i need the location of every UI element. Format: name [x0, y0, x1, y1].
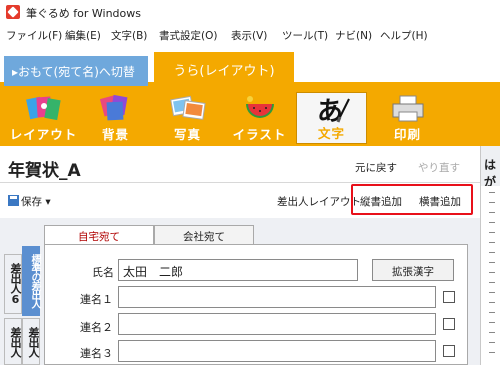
menu-view[interactable]: 表示(V) [231, 28, 267, 43]
menu-edit[interactable]: 編集(E) [65, 28, 101, 43]
switch-to-front-tab[interactable]: ▸おもて(宛て名)へ切替 [4, 56, 148, 86]
renmei-2-label: 連名２ [80, 321, 113, 334]
photo-icon [170, 95, 206, 120]
back-layout-tab[interactable]: うら(レイアウト) [154, 52, 294, 86]
tool-text[interactable]: あ 文字 [296, 92, 367, 144]
standard-sender-tab[interactable]: 標準の差出人 [22, 246, 40, 316]
printer-icon [392, 95, 424, 122]
menu-format[interactable]: 書式設定(O) [159, 28, 217, 43]
renmei-2-checkbox[interactable] [443, 318, 455, 330]
renmei-1-field[interactable] [118, 286, 436, 308]
tool-illust[interactable]: イラスト [224, 92, 295, 144]
ruler-tick [489, 192, 495, 193]
vertical-add-button[interactable]: 縦書追加 [360, 194, 402, 209]
background-icon [99, 94, 128, 121]
preview-panel-label: はが [484, 158, 497, 189]
redo-button[interactable]: やり直す [418, 160, 460, 175]
renmei-3-label: 連名３ [80, 347, 113, 360]
menu-bar: ファイル(F) 編集(E) 文字(B) 書式設定(O) 表示(V) ツール(T)… [0, 24, 500, 45]
app-icon [6, 5, 20, 19]
renmei-3-checkbox[interactable] [443, 345, 455, 357]
vertical-ruler [481, 186, 500, 365]
ruler-tick [489, 302, 495, 303]
tool-print[interactable]: 印刷 [372, 92, 443, 144]
renmei-1-checkbox[interactable] [443, 291, 455, 303]
tool-illust-label: イラスト [232, 127, 287, 142]
name-label: 氏名 [92, 266, 114, 279]
ruler-tick [489, 342, 495, 343]
ruler-tick [489, 272, 495, 273]
tool-layout-label: レイアウト [9, 127, 78, 142]
menu-text[interactable]: 文字(B) [111, 28, 147, 43]
sender-tab[interactable]: 差出人 [22, 318, 40, 365]
ruler-tick [489, 282, 495, 283]
ruler-tick [489, 352, 495, 353]
horizontal-add-button[interactable]: 横書追加 [419, 194, 461, 209]
tool-photo[interactable]: 写真 [152, 92, 223, 144]
sender-tab-6[interactable]: 差出人6 [4, 254, 22, 314]
menu-file[interactable]: ファイル(F) [6, 28, 62, 43]
tool-photo-label: 写真 [173, 127, 201, 142]
sender-layout-button[interactable]: 差出人レイアウト [277, 194, 361, 209]
tool-print-label: 印刷 [393, 127, 421, 142]
window-title: 筆ぐるめ for Windows [26, 7, 142, 20]
tool-background[interactable]: 背景 [80, 92, 151, 144]
menu-navi[interactable]: ナビ(N) [335, 28, 372, 43]
page-title: 年賀状_A [8, 161, 81, 181]
ruler-tick [489, 262, 495, 263]
ruler-tick [489, 232, 495, 233]
brush-text-icon: あ [317, 97, 350, 125]
undo-button[interactable]: 元に戻す [355, 160, 397, 175]
save-icon[interactable] [8, 195, 19, 206]
tab-work-address[interactable]: 会社宛て [154, 225, 254, 245]
ruler-tick [489, 212, 495, 213]
renmei-2-field[interactable] [118, 313, 436, 335]
extended-kanji-button[interactable]: 拡張漢字 [372, 259, 454, 281]
tool-layout[interactable]: レイアウト [8, 92, 79, 144]
name-field[interactable]: 太田 二郎 [118, 259, 358, 281]
sender-tab[interactable]: 差出人 [4, 318, 22, 365]
save-button[interactable]: 保存 ▾ [21, 194, 51, 209]
divider [0, 182, 480, 183]
ruler-tick [489, 332, 495, 333]
tab-home-address[interactable]: 自宅宛て [44, 225, 154, 245]
tool-background-label: 背景 [101, 127, 129, 142]
ruler-tick [489, 242, 495, 243]
renmei-3-field[interactable] [118, 340, 436, 362]
renmei-1-label: 連名１ [80, 293, 113, 306]
watermelon-icon [246, 96, 274, 118]
ruler-tick [489, 292, 495, 293]
menu-help[interactable]: ヘルプ(H) [380, 28, 428, 43]
menu-tools[interactable]: ツール(T) [282, 28, 328, 43]
ruler-tick [489, 202, 495, 203]
ruler-tick [489, 252, 495, 253]
ruler-tick [489, 312, 495, 313]
tool-text-label: 文字 [317, 126, 345, 141]
ruler-tick [489, 222, 495, 223]
layout-icon [26, 96, 61, 121]
ruler-tick [489, 322, 495, 323]
